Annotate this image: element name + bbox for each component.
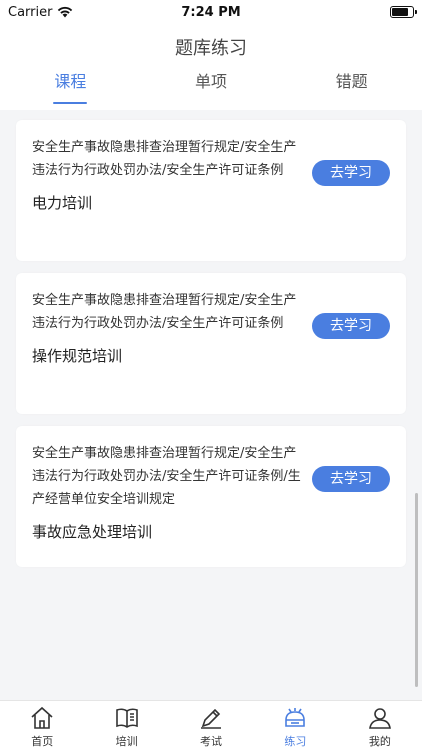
course-list[interactable]: 安全生产事故隐患排查治理暂行规定/安全生产违法行为行政处罚办法/安全生产许可证条…: [0, 110, 422, 700]
tabbar-home[interactable]: 首页: [0, 701, 84, 750]
tabs: 课程 单项 错题: [0, 70, 422, 106]
carrier-label: Carrier: [8, 4, 53, 20]
wifi-icon: [58, 6, 73, 18]
course-card: 安全生产事故隐患排查治理暂行规定/安全生产违法行为行政处罚办法/安全生产许可证条…: [16, 120, 406, 261]
tabbar-mine[interactable]: 我的: [338, 701, 422, 750]
tabbar-label: 首页: [31, 735, 54, 748]
go-study-button[interactable]: 去学习: [312, 313, 390, 339]
course-description: 安全生产事故隐患排查治理暂行规定/安全生产违法行为行政处罚办法/安全生产许可证条…: [32, 293, 297, 331]
tabbar-label: 练习: [284, 735, 307, 748]
tab-wrong-questions[interactable]: 错题: [281, 70, 422, 106]
bottom-tab-bar: 首页 培训 考试 练习 我的: [0, 700, 422, 750]
course-description: 安全生产事故隐患排查治理暂行规定/安全生产违法行为行政处罚办法/安全生产许可证条…: [32, 446, 301, 507]
battery-icon: [390, 6, 417, 18]
header: 题库练习 课程 单项 错题: [0, 24, 422, 110]
pen-icon: [201, 708, 222, 729]
tabbar-training[interactable]: 培训: [84, 701, 168, 750]
tab-single[interactable]: 单项: [141, 70, 282, 106]
course-title: 电力培训: [32, 194, 93, 212]
status-left: Carrier: [8, 5, 73, 20]
course-title: 事故应急处理培训: [32, 523, 153, 541]
course-description: 安全生产事故隐患排查治理暂行规定/安全生产违法行为行政处罚办法/安全生产许可证条…: [32, 140, 297, 178]
tab-courses[interactable]: 课程: [0, 70, 141, 106]
status-bar: Carrier 7:24 PM: [0, 0, 422, 24]
go-study-button[interactable]: 去学习: [312, 160, 390, 186]
tabbar-label: 我的: [368, 735, 391, 748]
tabbar-practice[interactable]: 练习: [253, 701, 337, 750]
course-card: 安全生产事故隐患排查治理暂行规定/安全生产违法行为行政处罚办法/安全生产许可证条…: [16, 426, 406, 567]
tabbar-label: 培训: [115, 735, 138, 748]
tabbar-label: 考试: [200, 735, 223, 748]
book-icon: [115, 708, 138, 728]
go-study-button[interactable]: 去学习: [312, 466, 390, 492]
home-icon: [31, 706, 53, 729]
practice-icon: [285, 708, 306, 727]
course-card: 安全生产事故隐患排查治理暂行规定/安全生产违法行为行政处罚办法/安全生产许可证条…: [16, 273, 406, 414]
course-title: 操作规范培训: [32, 347, 123, 365]
user-icon: [368, 708, 391, 729]
scrollbar[interactable]: [415, 493, 418, 687]
tabbar-exam[interactable]: 考试: [169, 701, 253, 750]
page-title: 题库练习: [175, 38, 247, 59]
